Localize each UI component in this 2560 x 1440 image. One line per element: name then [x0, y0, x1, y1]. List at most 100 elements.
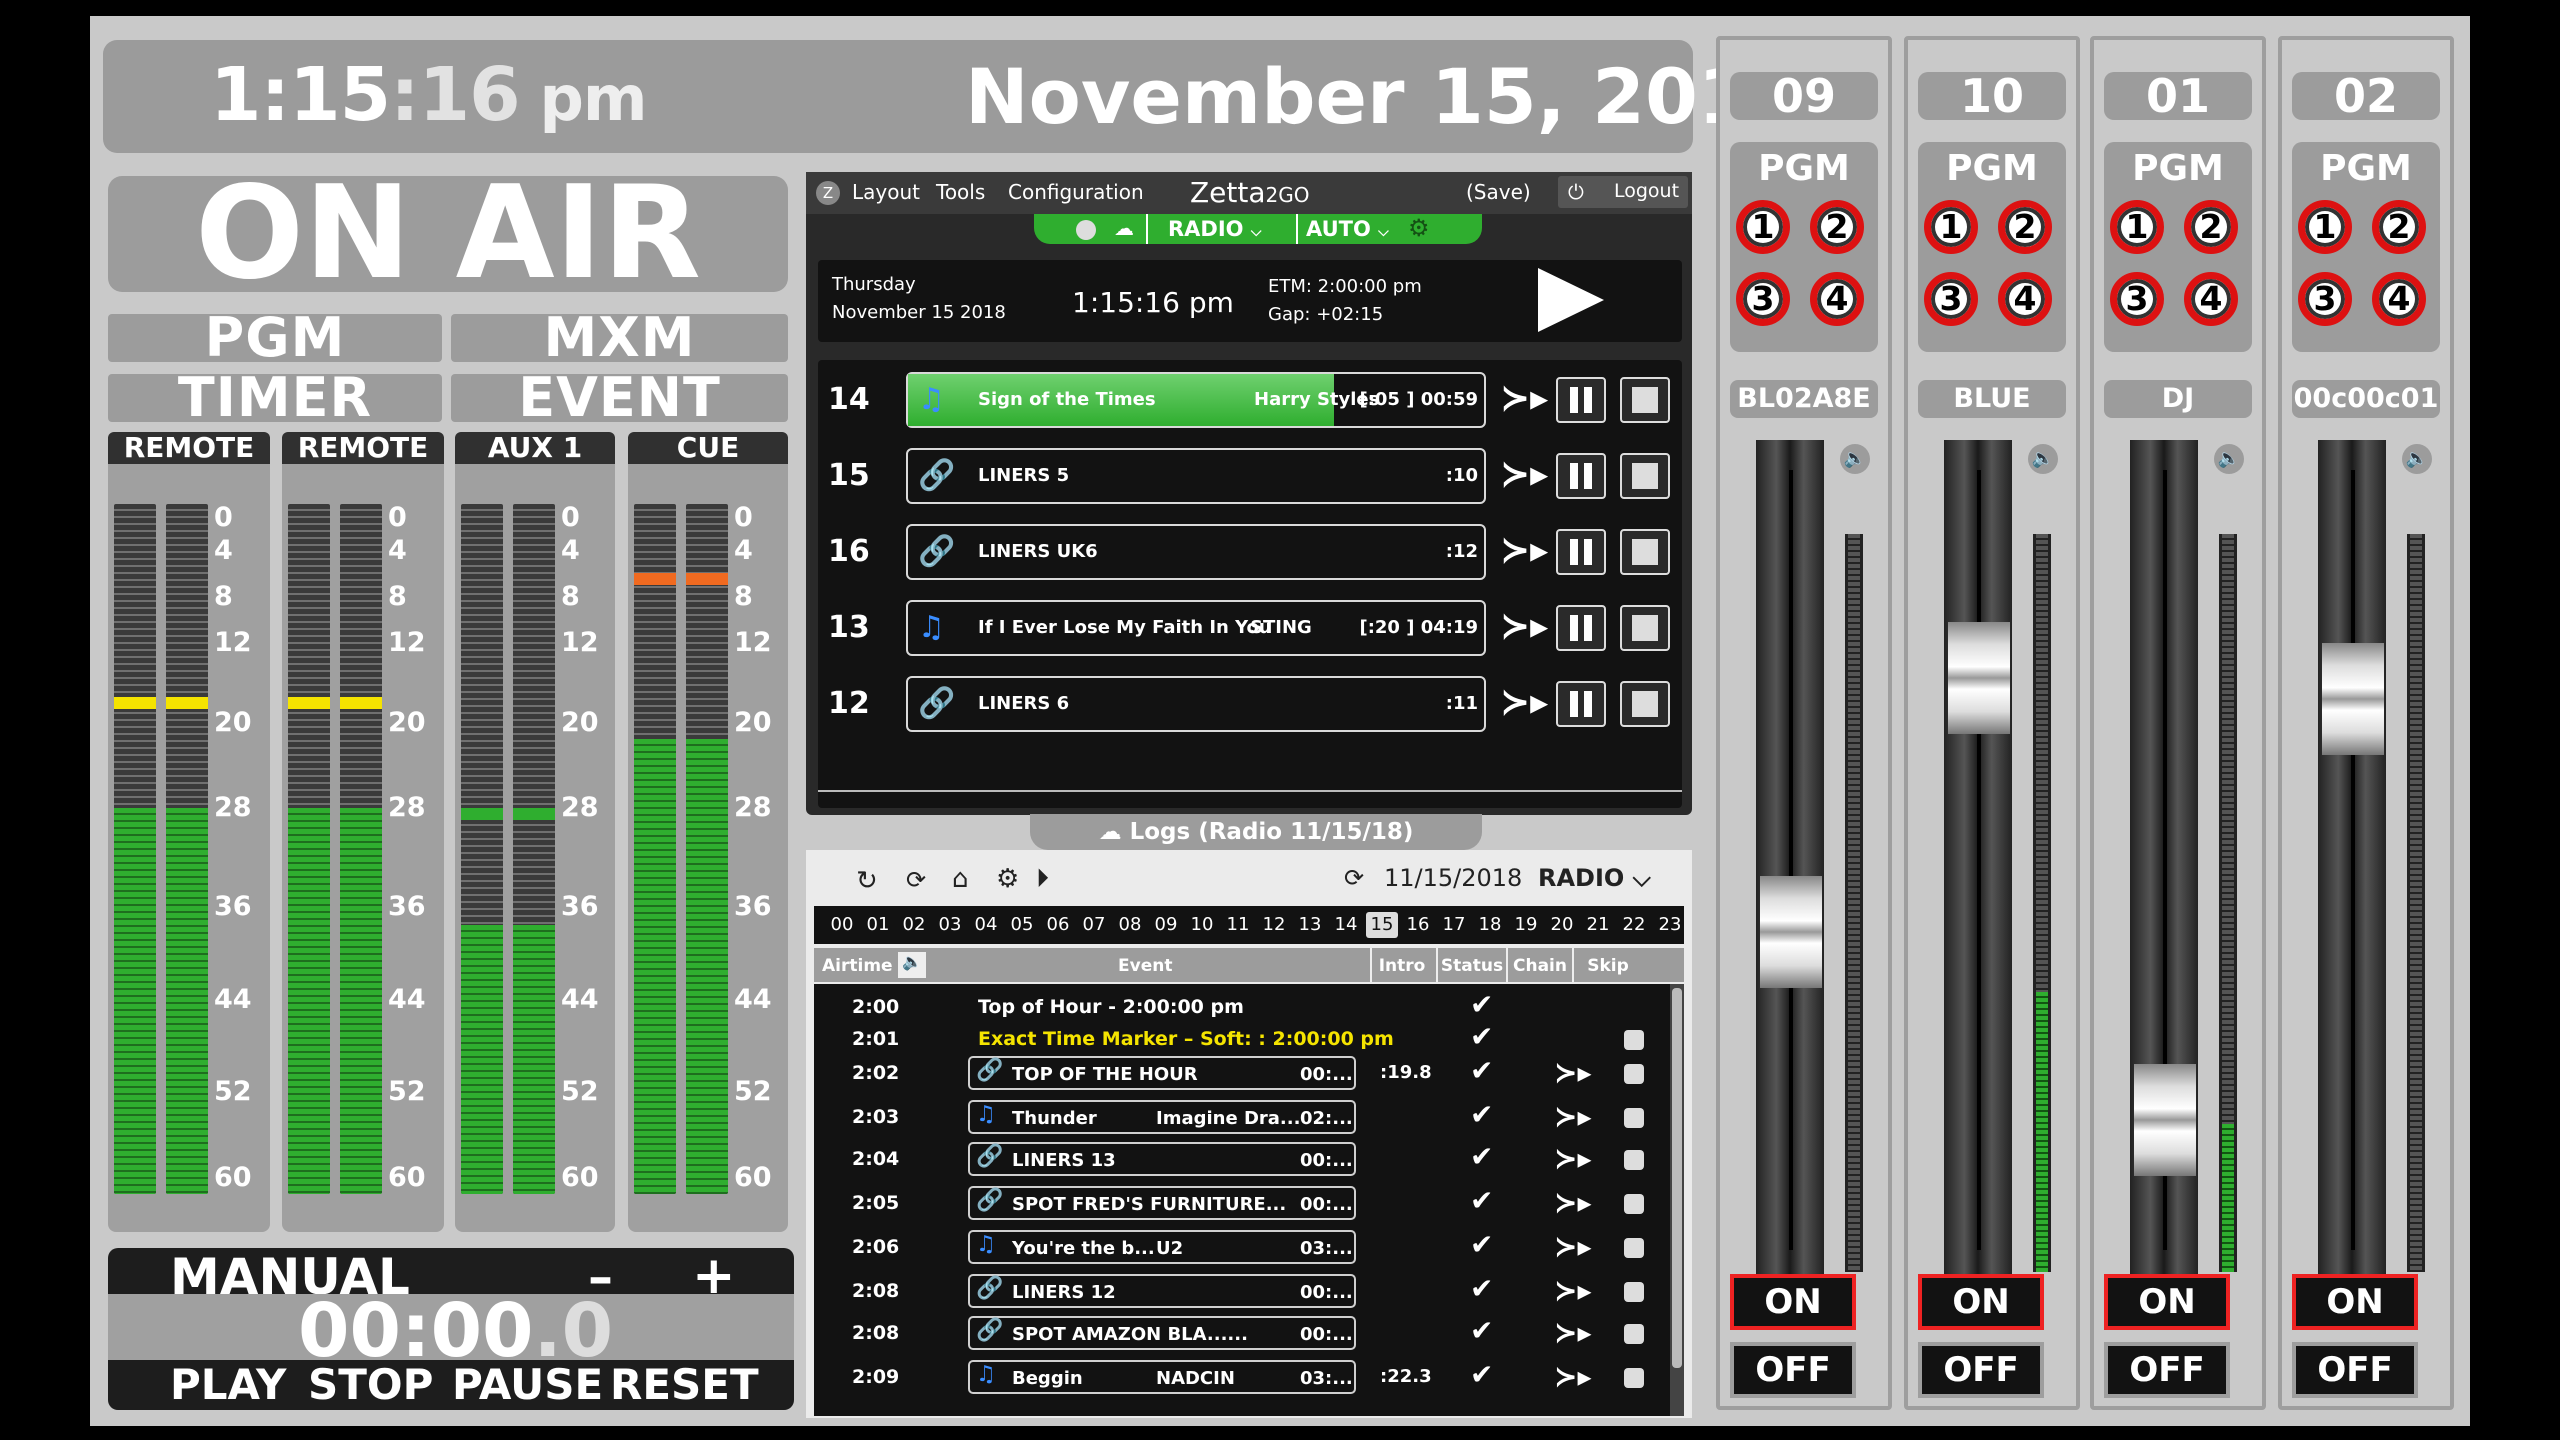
log-event[interactable]: 🔗 LINERS 12 00:... — [968, 1274, 1356, 1308]
skip-checkbox[interactable] — [1624, 1108, 1644, 1128]
skip-checkbox[interactable] — [1624, 1238, 1644, 1258]
hour-tab[interactable]: 00 — [826, 912, 858, 938]
pause-button[interactable] — [1556, 529, 1606, 575]
speaker-icon[interactable]: 🔈 — [2214, 444, 2244, 474]
mode-select[interactable]: AUTO ⌵ — [1296, 214, 1392, 244]
skip-checkbox[interactable] — [1624, 1282, 1644, 1302]
stop-button[interactable] — [1620, 529, 1670, 575]
fader-knob[interactable] — [1948, 621, 2010, 734]
hour-tab[interactable]: 17 — [1438, 912, 1470, 938]
logs-tab[interactable]: ☁ Logs (Radio 11/15/18) — [1030, 814, 1482, 850]
chain-icon[interactable]: ≻▸ — [1554, 1274, 1592, 1307]
chain-icon[interactable]: ≻▸ — [1554, 1360, 1592, 1393]
log-marker[interactable]: Top of Hour - 2:00:00 pm — [978, 996, 1244, 1018]
hour-tab[interactable]: 06 — [1042, 912, 1074, 938]
hour-tab[interactable]: 11 — [1222, 912, 1254, 938]
playlist-item[interactable]: ♫ Sign of the Times Harry Styles [:05 ] 00:… — [906, 372, 1486, 428]
skip-checkbox[interactable] — [1624, 1030, 1644, 1050]
timer-stop-button[interactable]: STOP — [308, 1360, 433, 1409]
play-icon[interactable] — [1538, 268, 1604, 332]
hour-tab[interactable]: 01 — [862, 912, 894, 938]
timer-button[interactable]: TIMER — [108, 371, 442, 425]
channel-off-button[interactable]: OFF — [2104, 1342, 2230, 1398]
bus-assign-button[interactable]: 4 — [1998, 272, 2052, 326]
save-link[interactable]: (Save) — [1466, 180, 1531, 204]
station-select[interactable]: RADIO ⌵ — [1146, 214, 1318, 244]
chain-icon[interactable]: ≻▸ — [1500, 378, 1548, 419]
hour-tab[interactable]: 20 — [1546, 912, 1578, 938]
bus-assign-button[interactable]: 1 — [2110, 200, 2164, 254]
channel-off-button[interactable]: OFF — [1918, 1342, 2044, 1398]
channel-off-button[interactable]: OFF — [1730, 1342, 1856, 1398]
chain-icon[interactable]: ≻▸ — [1554, 1056, 1592, 1089]
bus-assign-button[interactable]: 4 — [2184, 272, 2238, 326]
speaker-icon[interactable]: 🔈 — [898, 952, 926, 978]
chain-icon[interactable]: ≻▸ — [1554, 1100, 1592, 1133]
hour-tab[interactable]: 10 — [1186, 912, 1218, 938]
speaker-icon[interactable]: 🔈 — [1840, 444, 1870, 474]
timer-play-button[interactable]: PLAY — [170, 1360, 286, 1409]
hour-tab[interactable]: 08 — [1114, 912, 1146, 938]
hour-tab[interactable]: 15 — [1366, 912, 1398, 938]
gear-icon[interactable]: ⚙ — [1408, 214, 1430, 242]
home-icon[interactable]: ⌂ — [952, 864, 969, 894]
playlist-item[interactable]: 🔗 LINERS 6:11 — [906, 676, 1486, 732]
bus-assign-button[interactable]: 3 — [1924, 272, 1978, 326]
playlist-item[interactable]: 🔗 LINERS 5:10 — [906, 448, 1486, 504]
channel-off-button[interactable]: OFF — [2292, 1342, 2418, 1398]
hour-tab[interactable]: 09 — [1150, 912, 1182, 938]
hour-tab[interactable]: 19 — [1510, 912, 1542, 938]
skip-checkbox[interactable] — [1624, 1368, 1644, 1388]
channel-on-button[interactable]: ON — [2104, 1274, 2230, 1330]
hour-tab[interactable]: 23 — [1654, 912, 1686, 938]
stop-button[interactable] — [1620, 681, 1670, 727]
fader-knob[interactable] — [2134, 1064, 2196, 1177]
log-event[interactable]: ♫ Beggin NADCIN 03:... — [968, 1360, 1356, 1394]
channel-on-button[interactable]: ON — [1730, 1274, 1856, 1330]
bus-assign-button[interactable]: 1 — [1736, 200, 1790, 254]
log-event[interactable]: 🔗 SPOT AMAZON BLA...... 00:... — [968, 1316, 1356, 1350]
chain-icon[interactable]: ≻▸ — [1500, 606, 1548, 647]
bus-assign-button[interactable]: 2 — [1998, 200, 2052, 254]
bus-assign-button[interactable]: 4 — [1810, 272, 1864, 326]
hour-tab[interactable]: 18 — [1474, 912, 1506, 938]
logout-button[interactable]: ⏻ Logout — [1558, 176, 1688, 208]
pause-button[interactable] — [1556, 605, 1606, 651]
speaker-icon[interactable]: 🔈 — [2028, 444, 2058, 474]
bus-assign-button[interactable]: 3 — [1736, 272, 1790, 326]
log-marker[interactable]: Exact Time Marker – Soft: : 2:00:00 pm — [978, 1028, 1394, 1050]
sync-icon[interactable]: ⟳ — [906, 866, 926, 894]
bus-assign-button[interactable]: 3 — [2298, 272, 2352, 326]
log-event[interactable]: 🔗 LINERS 13 00:... — [968, 1142, 1356, 1176]
hour-tab[interactable]: 13 — [1294, 912, 1326, 938]
pause-button[interactable] — [1556, 681, 1606, 727]
chain-icon[interactable]: ≻▸ — [1500, 530, 1548, 571]
bus-assign-button[interactable]: 2 — [2372, 200, 2426, 254]
log-event[interactable]: ♫ Thunder Imagine Dra... 02:... — [968, 1100, 1356, 1134]
stop-button[interactable] — [1620, 605, 1670, 651]
chain-icon[interactable]: ≻▸ — [1554, 1316, 1592, 1349]
hour-tab[interactable]: 14 — [1330, 912, 1362, 938]
logs-scrollbar[interactable] — [1670, 984, 1684, 1416]
fader-knob[interactable] — [2322, 643, 2384, 756]
pause-button[interactable] — [1556, 377, 1606, 423]
log-event[interactable]: 🔗 TOP OF THE HOUR 00:... — [968, 1056, 1356, 1090]
chain-icon[interactable]: ≻▸ — [1554, 1186, 1592, 1219]
speaker-icon[interactable]: 🔈 — [2402, 444, 2432, 474]
playlist-item[interactable]: ♫ If I Ever Lose My Faith In You STING [:20… — [906, 600, 1486, 656]
hour-tab[interactable]: 22 — [1618, 912, 1650, 938]
hour-tab[interactable]: 12 — [1258, 912, 1290, 938]
gear-icon[interactable]: ⚙ — [996, 864, 1019, 894]
channel-on-button[interactable]: ON — [1918, 1274, 2044, 1330]
hour-tab[interactable]: 03 — [934, 912, 966, 938]
chain-icon[interactable]: ≻▸ — [1554, 1230, 1592, 1263]
chain-icon[interactable]: ≻▸ — [1554, 1142, 1592, 1175]
menu-tools[interactable]: Tools — [936, 180, 985, 204]
skip-checkbox[interactable] — [1624, 1324, 1644, 1344]
log-event[interactable]: ♫ You're the b... U2 03:... — [968, 1230, 1356, 1264]
mxm-button[interactable]: MXM — [451, 311, 788, 365]
bus-assign-button[interactable]: 3 — [2110, 272, 2164, 326]
playlist-item[interactable]: 🔗 LINERS UK6:12 — [906, 524, 1486, 580]
chain-icon[interactable]: ≻▸ — [1500, 454, 1548, 495]
menu-layout[interactable]: Layout — [852, 180, 920, 204]
